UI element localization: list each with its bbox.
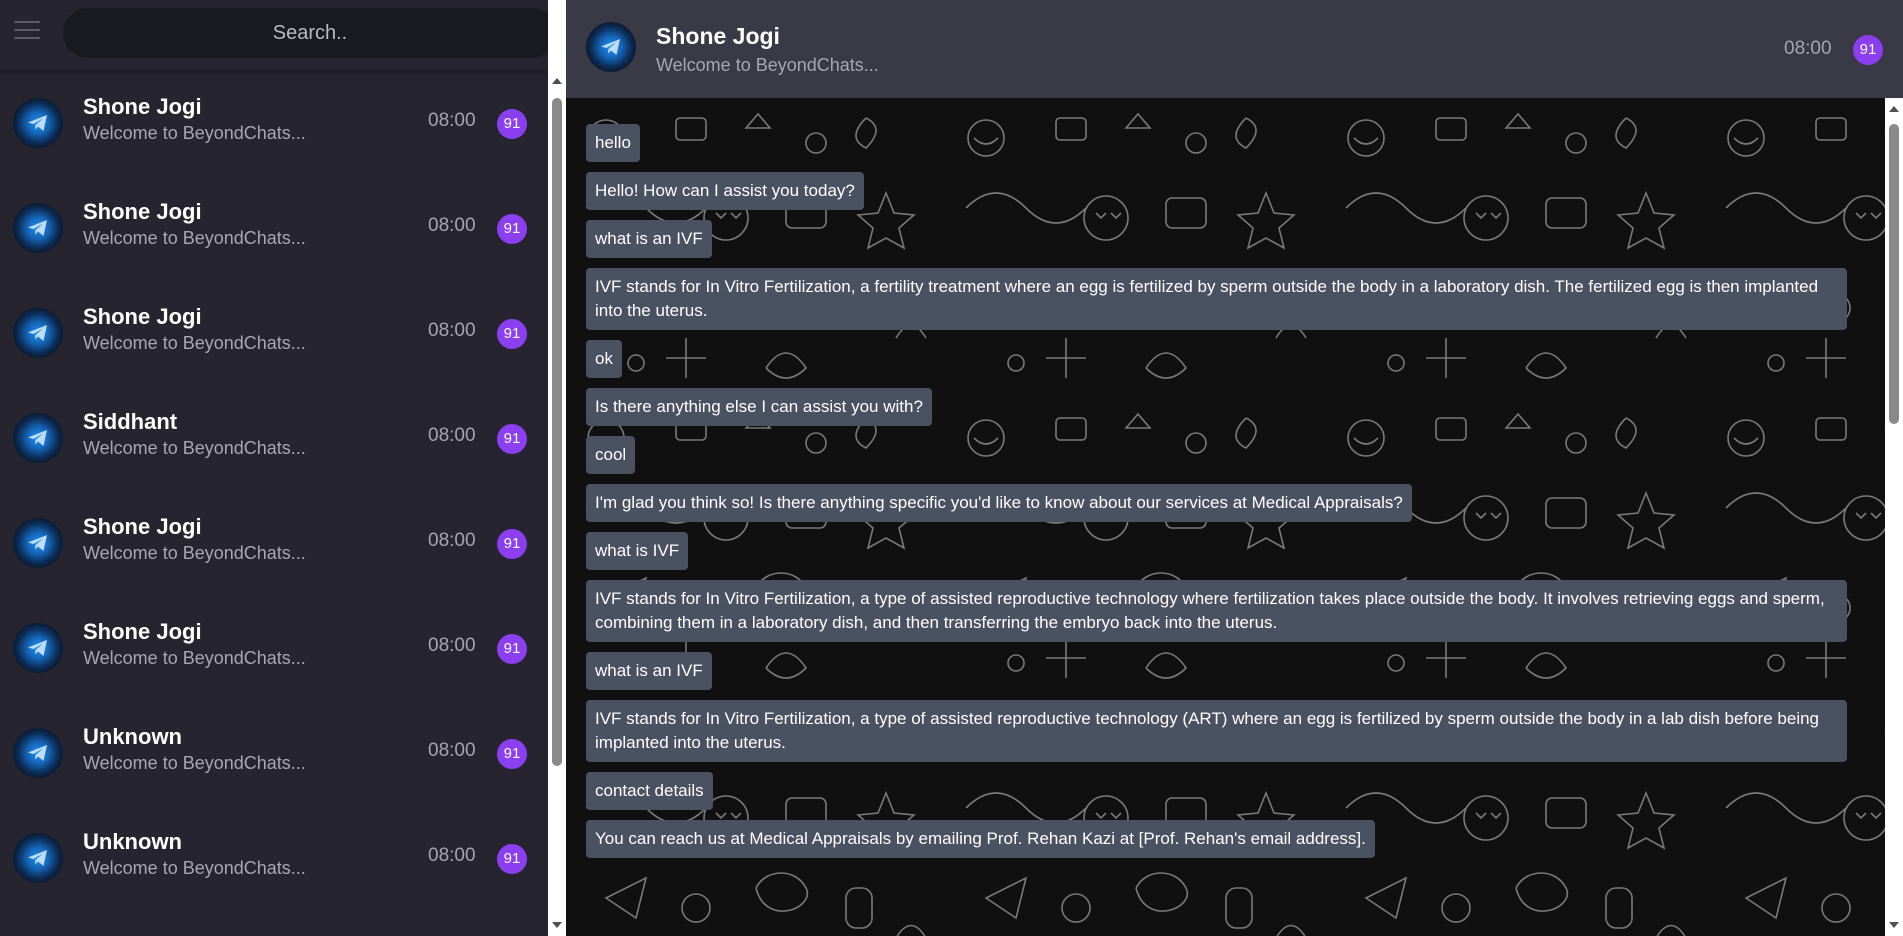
chat-name: Shone Jogi xyxy=(83,94,202,119)
telegram-plane-icon xyxy=(28,220,47,236)
unread-badge: 91 xyxy=(497,739,527,769)
telegram-plane-icon xyxy=(601,39,620,55)
avatar xyxy=(13,413,63,463)
message-bubble: contact details xyxy=(586,772,713,810)
chat-list-item[interactable]: Shone Jogi Welcome to BeyondChats... 08:… xyxy=(0,490,548,595)
message-bubble: what is IVF xyxy=(586,532,689,570)
message-list: hello Hello! How can I assist you today?… xyxy=(566,124,1885,868)
hamburger-menu-icon[interactable] xyxy=(14,21,40,41)
message-bubble: IVF stands for In Vitro Fertilization, a… xyxy=(586,700,1847,762)
search-input[interactable] xyxy=(63,8,548,58)
message-area: hello Hello! How can I assist you today?… xyxy=(566,98,1885,936)
chat-name: Shone Jogi xyxy=(83,514,202,539)
avatar xyxy=(13,623,63,673)
sidebar-header xyxy=(0,0,548,70)
conversation-subtitle: Welcome to BeyondChats... xyxy=(656,55,879,75)
unread-badge: 91 xyxy=(497,109,527,139)
chat-name: Shone Jogi xyxy=(83,619,202,644)
avatar xyxy=(13,98,63,148)
chat-name: Shone Jogi xyxy=(83,304,202,329)
chat-preview: Welcome to BeyondChats... xyxy=(83,648,306,668)
message-bubble: IVF stands for In Vitro Fertilization, a… xyxy=(586,580,1847,642)
chat-time: 08:00 xyxy=(428,425,476,446)
chat-list: Shone Jogi Welcome to BeyondChats... 08:… xyxy=(0,70,548,910)
chat-preview: Welcome to BeyondChats... xyxy=(83,753,306,773)
chat-list-item[interactable]: Siddhant Welcome to BeyondChats... 08:00… xyxy=(0,385,548,490)
conversation-title: Shone Jogi xyxy=(656,23,780,49)
message-bubble: cool xyxy=(586,436,636,474)
chat-name: Unknown xyxy=(83,829,182,854)
message-scrollbar[interactable] xyxy=(1885,98,1903,936)
chat-time: 08:00 xyxy=(428,845,476,866)
unread-badge: 91 xyxy=(497,319,527,349)
conversation-time: 08:00 xyxy=(1784,38,1832,59)
chat-time: 08:00 xyxy=(428,320,476,341)
conversation-header: Shone Jogi Welcome to BeyondChats... 08:… xyxy=(566,0,1903,98)
chat-time: 08:00 xyxy=(428,740,476,761)
chat-time: 08:00 xyxy=(428,110,476,131)
telegram-plane-icon xyxy=(28,430,47,446)
avatar xyxy=(13,518,63,568)
chat-name: Shone Jogi xyxy=(83,199,202,224)
avatar xyxy=(13,203,63,253)
chat-name: Unknown xyxy=(83,724,182,749)
message-bubble: I'm glad you think so! Is there anything… xyxy=(586,484,1412,522)
chat-list-item[interactable]: Unknown Welcome to BeyondChats... 08:00 … xyxy=(0,805,548,910)
avatar xyxy=(13,728,63,778)
scrollbar-thumb[interactable] xyxy=(552,98,562,766)
telegram-plane-icon xyxy=(28,745,47,761)
chat-list-item[interactable]: Shone Jogi Welcome to BeyondChats... 08:… xyxy=(0,595,548,700)
unread-badge: 91 xyxy=(497,214,527,244)
message-bubble: Hello! How can I assist you today? xyxy=(586,172,864,210)
message-bubble: hello xyxy=(586,124,640,162)
chat-time: 08:00 xyxy=(428,215,476,236)
avatar[interactable] xyxy=(586,22,636,72)
message-bubble: IVF stands for In Vitro Fertilization, a… xyxy=(586,268,1847,330)
message-bubble: what is an IVF xyxy=(586,652,712,690)
chat-preview: Welcome to BeyondChats... xyxy=(83,228,306,248)
message-bubble: Is there anything else I can assist you … xyxy=(586,388,932,426)
chat-list-item[interactable]: Shone Jogi Welcome to BeyondChats... 08:… xyxy=(0,280,548,385)
scroll-down-arrow-icon[interactable] xyxy=(552,922,562,928)
unread-badge: 91 xyxy=(497,529,527,559)
scrollbar-thumb[interactable] xyxy=(1889,124,1899,424)
unread-badge: 91 xyxy=(497,424,527,454)
chat-time: 08:00 xyxy=(428,530,476,551)
chat-preview: Welcome to BeyondChats... xyxy=(83,858,306,878)
chat-list-item[interactable]: Unknown Welcome to BeyondChats... 08:00 … xyxy=(0,700,548,805)
scroll-down-arrow-icon[interactable] xyxy=(1889,922,1899,928)
chat-preview: Welcome to BeyondChats... xyxy=(83,438,306,458)
sidebar-scrollbar[interactable] xyxy=(548,70,566,936)
scroll-up-arrow-icon[interactable] xyxy=(1889,106,1899,112)
chat-sidebar: Shone Jogi Welcome to BeyondChats... 08:… xyxy=(0,0,548,936)
chat-time: 08:00 xyxy=(428,635,476,656)
telegram-plane-icon xyxy=(28,115,47,131)
message-bubble: what is an IVF xyxy=(586,220,712,258)
telegram-plane-icon xyxy=(28,850,47,866)
chat-name: Siddhant xyxy=(83,409,178,434)
telegram-plane-icon xyxy=(28,640,47,656)
telegram-plane-icon xyxy=(28,535,47,551)
telegram-plane-icon xyxy=(28,325,47,341)
message-bubble: You can reach us at Medical Appraisals b… xyxy=(586,820,1375,858)
unread-badge: 91 xyxy=(497,634,527,664)
avatar xyxy=(13,308,63,358)
chat-list-item[interactable]: Shone Jogi Welcome to BeyondChats... 08:… xyxy=(0,175,548,280)
unread-badge: 91 xyxy=(497,844,527,874)
chat-list-item[interactable]: Shone Jogi Welcome to BeyondChats... 08:… xyxy=(0,70,548,175)
unread-badge: 91 xyxy=(1853,35,1883,65)
avatar xyxy=(13,833,63,883)
chat-preview: Welcome to BeyondChats... xyxy=(83,333,306,353)
chat-preview: Welcome to BeyondChats... xyxy=(83,123,306,143)
scroll-up-arrow-icon[interactable] xyxy=(552,78,562,84)
message-bubble: ok xyxy=(586,340,622,378)
chat-preview: Welcome to BeyondChats... xyxy=(83,543,306,563)
